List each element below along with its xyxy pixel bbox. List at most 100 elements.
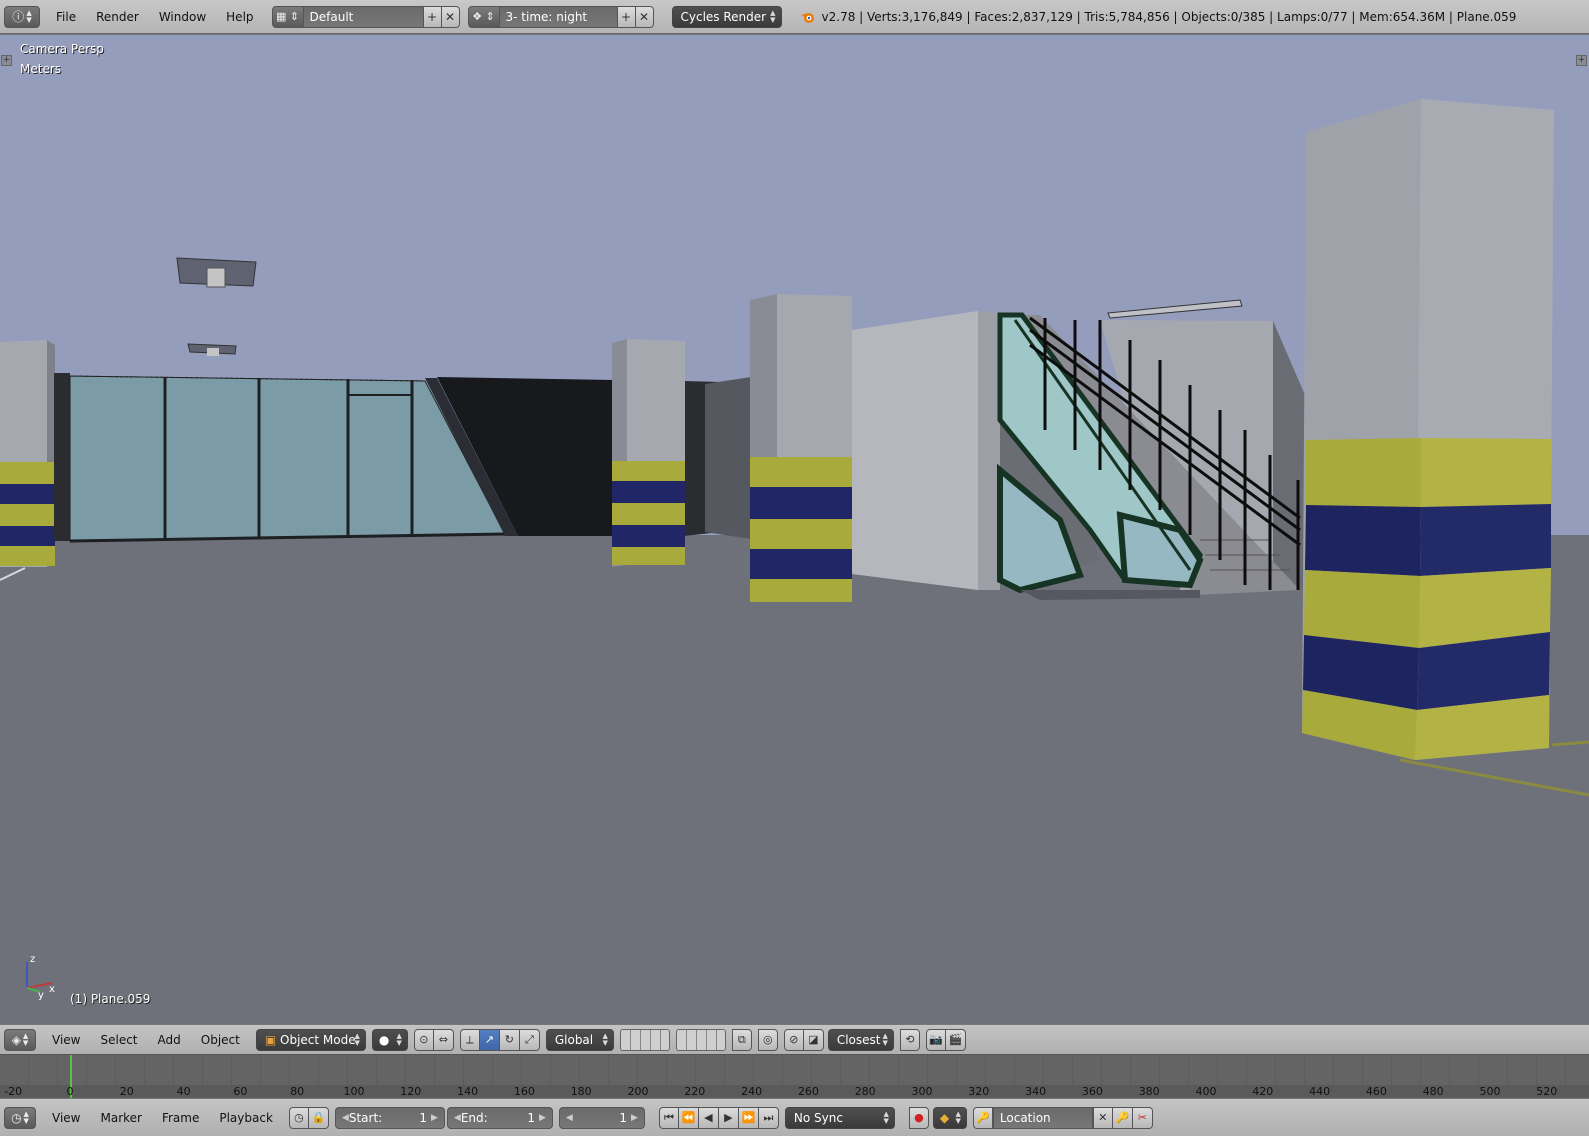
current-frame-field[interactable]: ◀ 1 ▶: [558, 1106, 645, 1129]
scene-icon[interactable]: ❖ ⇕: [467, 5, 500, 28]
pillar-right: [1302, 99, 1554, 760]
axis-x-label: x: [49, 984, 55, 995]
render-group: 📷 🎬: [925, 1028, 966, 1051]
menu-file[interactable]: File: [46, 6, 86, 28]
editor-type-button[interactable]: ⓘ ▲ ▼: [4, 5, 40, 28]
play-icon[interactable]: ▶: [718, 1106, 739, 1129]
snap-icon[interactable]: ⊘: [783, 1028, 804, 1051]
jump-end-icon[interactable]: ⏭: [758, 1106, 779, 1129]
pillar-left: [0, 340, 55, 567]
keying-set-icon[interactable]: 🔑: [972, 1106, 993, 1129]
keying-dropdown[interactable]: ◆ ▲ ▼: [932, 1106, 967, 1129]
add-scene-icon[interactable]: +: [617, 5, 636, 28]
editor-type-button[interactable]: ◈ ▲ ▼: [4, 1028, 36, 1051]
record-icon[interactable]: ●: [908, 1106, 929, 1129]
toolshelf-toggle-icon[interactable]: +: [1, 55, 12, 66]
chevron-updown-icon: ▲ ▼: [354, 1031, 360, 1047]
timeline-tick-label: 0: [66, 1085, 74, 1098]
current-frame-value: 1: [619, 1110, 627, 1125]
pillar-middle-left: [612, 339, 685, 567]
3d-view-icon: ◈: [11, 1032, 21, 1047]
mode-dropdown[interactable]: ▣ Object Mode ▲ ▼: [255, 1028, 366, 1051]
preview-range-icon[interactable]: ◷: [288, 1106, 309, 1129]
menu-view[interactable]: View: [42, 1107, 90, 1129]
editor-type-button[interactable]: ◷ ▲ ▼: [4, 1106, 36, 1129]
menu-select[interactable]: Select: [90, 1029, 147, 1051]
chevron-updown-icon: ▲ ▼: [770, 8, 776, 24]
chevron-right-icon[interactable]: ▶: [631, 1113, 638, 1123]
timeline-tick-label: 300: [911, 1085, 933, 1098]
delete-scene-icon[interactable]: ✕: [635, 5, 654, 28]
rotate-icon[interactable]: ↻: [499, 1028, 520, 1051]
record-group: ●: [908, 1106, 929, 1129]
chevron-left-icon[interactable]: ◀: [454, 1113, 461, 1123]
proportional-edit-icon[interactable]: ◎: [757, 1028, 778, 1051]
clear-keying-set-icon[interactable]: ✕: [1092, 1106, 1113, 1129]
render-engine-dropdown[interactable]: Cycles Render ▲ ▼: [671, 5, 782, 28]
menu-frame[interactable]: Frame: [152, 1107, 209, 1129]
chevron-right-icon[interactable]: ▶: [539, 1113, 546, 1123]
keying-set-field[interactable]: Location: [992, 1106, 1093, 1129]
play-reverse-icon[interactable]: ◀: [698, 1106, 719, 1129]
menu-add[interactable]: Add: [148, 1029, 191, 1051]
jump-start-icon[interactable]: ⏮: [658, 1106, 679, 1129]
scene-layers-icon[interactable]: [619, 1028, 670, 1051]
snap-element-icon[interactable]: ◪: [803, 1028, 824, 1051]
timeline[interactable]: -20 0 20 40 60 80 100 120 140 160 180 200 220 240 260 2…: [0, 1054, 1589, 1098]
opengl-render-icon[interactable]: 📷: [925, 1028, 946, 1051]
chevron-left-icon[interactable]: ◀: [342, 1113, 349, 1123]
scene-selector: ❖ ⇕ 3- time: night + ✕: [467, 5, 654, 28]
properties-toggle-icon[interactable]: +: [1576, 55, 1587, 66]
scene-statistics: v2.78 | Verts:3,176,849 | Faces:2,837,12…: [800, 9, 1516, 25]
menu-playback[interactable]: Playback: [209, 1107, 283, 1129]
add-screen-icon[interactable]: +: [423, 5, 442, 28]
menu-render[interactable]: Render: [86, 6, 149, 28]
timeline-area[interactable]: [0, 1055, 1589, 1085]
lock-icon[interactable]: 🔒: [308, 1106, 329, 1129]
pivot-point-icon[interactable]: ⊙: [413, 1028, 434, 1051]
jump-prev-keyframe-icon[interactable]: ⏪: [678, 1106, 699, 1129]
keyframe-icon: ◆: [939, 1110, 950, 1125]
chevron-left-icon[interactable]: ◀: [566, 1113, 573, 1123]
render-engine-label: Cycles Render: [680, 9, 767, 24]
timeline-tick-label: 280: [854, 1085, 876, 1098]
sync-dropdown[interactable]: No Sync ▲ ▼: [784, 1106, 895, 1129]
menu-marker[interactable]: Marker: [90, 1107, 151, 1129]
chevron-updown-icon: ▲ ▼: [26, 8, 32, 24]
manipulator-toggle-icon[interactable]: ⟂: [459, 1028, 480, 1051]
render-layers-icon[interactable]: [675, 1028, 726, 1051]
delete-screen-icon[interactable]: ✕: [441, 5, 460, 28]
3d-viewport[interactable]: z x y Camera Persp Meters (1) Plane.059 …: [0, 35, 1589, 1024]
delete-keyframe-icon[interactable]: ✂: [1132, 1106, 1153, 1129]
preview-range-group: ◷ 🔒: [288, 1106, 329, 1129]
timeline-tick-label: 260: [797, 1085, 819, 1098]
screen-layout-field[interactable]: Default: [303, 5, 424, 28]
lock-layer-icon[interactable]: ⧉: [731, 1028, 752, 1051]
start-frame-field[interactable]: ◀ Start: 1 ▶: [334, 1106, 445, 1129]
scale-icon[interactable]: ⤢: [519, 1028, 540, 1051]
snap-rotate-icon[interactable]: ⟲: [899, 1028, 920, 1051]
jump-next-keyframe-icon[interactable]: ⏩: [738, 1106, 759, 1129]
snap-target-dropdown[interactable]: Closest ▲ ▼: [827, 1028, 894, 1051]
timeline-tick-label: 40: [176, 1085, 191, 1098]
menu-help[interactable]: Help: [216, 6, 263, 28]
menu-window[interactable]: Window: [149, 6, 216, 28]
info-icon: ⓘ: [12, 10, 25, 24]
timeline-tick-label: 140: [457, 1085, 479, 1098]
end-frame-field[interactable]: ◀ End: 1 ▶: [446, 1106, 553, 1129]
shading-dropdown[interactable]: ● ▲ ▼: [371, 1028, 408, 1051]
chevron-updown-icon: ▲ ▼: [602, 1031, 608, 1047]
cube-icon: ▣: [264, 1032, 277, 1047]
scene-field[interactable]: 3- time: night: [499, 5, 618, 28]
translate-icon[interactable]: ↗: [479, 1028, 500, 1051]
insert-keyframe-icon[interactable]: 🔑: [1112, 1106, 1133, 1129]
transform-orientation-dropdown[interactable]: Global ▲ ▼: [545, 1028, 614, 1051]
menu-view[interactable]: View: [42, 1029, 90, 1051]
manipulate-center-icon[interactable]: ⇔: [433, 1028, 454, 1051]
menu-object[interactable]: Object: [191, 1029, 250, 1051]
opengl-animation-icon[interactable]: 🎬: [945, 1028, 966, 1051]
screen-layout-icon[interactable]: ▦ ⇕: [271, 5, 304, 28]
timeline-tick-label: 80: [290, 1085, 305, 1098]
keying-set-group: 🔑 Location ✕ 🔑 ✂: [972, 1106, 1153, 1129]
chevron-right-icon[interactable]: ▶: [431, 1113, 438, 1123]
